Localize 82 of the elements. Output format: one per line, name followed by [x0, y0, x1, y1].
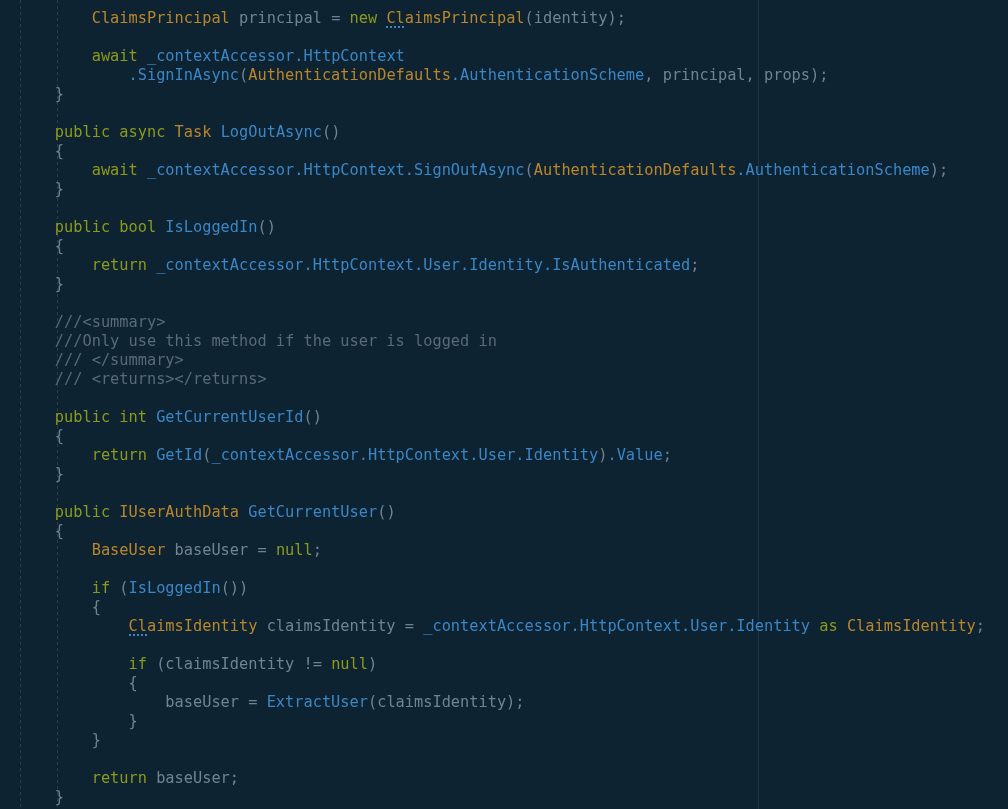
member-name: LogOutAsync: [220, 122, 322, 141]
code-text: (: [118, 578, 129, 597]
type-name: IUserAuthData: [119, 502, 241, 521]
type-name: Task: [174, 122, 213, 141]
code-comment: ///<summary>: [54, 312, 166, 331]
code-text: (claimsIdentity !=: [155, 654, 323, 673]
keyword: return: [91, 768, 147, 787]
code-text: {: [54, 426, 65, 445]
code-comment: ///Only use this method if the user is logged in: [54, 331, 497, 350]
code-text: (): [377, 502, 396, 521]
keyword: null: [275, 540, 313, 559]
code-text: }: [54, 179, 65, 198]
code-text: }: [91, 730, 101, 749]
code-text: );: [929, 160, 949, 179]
code-text: (): [303, 407, 322, 426]
code-text: ;: [312, 540, 322, 559]
keyword: public async: [54, 122, 167, 141]
member-name: IsLoggedIn: [165, 217, 258, 236]
code-text: ): [367, 654, 378, 673]
code-text: (): [321, 122, 341, 141]
member-name: .AuthenticationScheme: [450, 65, 645, 84]
type-name: AuthenticationDefaults: [248, 65, 451, 84]
code-text: baseUser =: [173, 540, 268, 559]
code-text: }: [54, 787, 65, 806]
code-text: {: [54, 521, 65, 540]
keyword: if: [91, 578, 111, 597]
code-text: ;: [690, 255, 700, 274]
member-name: ExtractUser: [266, 692, 368, 711]
member-name: GetId: [156, 445, 203, 464]
code-text: {: [54, 141, 65, 160]
keyword: as: [818, 616, 839, 635]
keyword: await: [91, 160, 139, 179]
code-text: {: [91, 597, 101, 616]
code-text: ): [598, 445, 608, 464]
type-name: ClaimsPrincipal: [386, 8, 525, 27]
code-text: (: [202, 445, 212, 464]
code-text: }: [54, 274, 65, 293]
keyword: if: [128, 654, 147, 673]
code-text: baseUser =: [165, 692, 259, 711]
member-name: .SignInAsync: [128, 65, 239, 84]
type-name: BaseUser: [91, 540, 166, 559]
member-name: .Value: [607, 445, 663, 464]
member-name: GetCurrentUserId: [156, 407, 304, 426]
keyword: public: [54, 502, 112, 521]
type-name: ClaimsIdentity: [128, 616, 258, 635]
code-text: ()): [220, 578, 249, 597]
keyword: null: [331, 654, 368, 673]
code-text: , principal, props);: [644, 65, 829, 84]
code-text: claimsIdentity =: [265, 616, 415, 635]
code-comment: /// </summary>: [54, 350, 184, 369]
code-text: baseUser;: [155, 768, 240, 787]
code-text: {: [54, 236, 65, 255]
member-name: _contextAccessor.HttpContext.User.Identity.IsAuthenticated: [156, 255, 691, 274]
member-name: _contextAccessor.HttpContext.User.Identity: [423, 616, 811, 635]
code-comment: /// <returns></returns>: [54, 369, 267, 388]
type-name: ClaimsPrincipal: [91, 8, 230, 27]
code-text: ;: [975, 616, 986, 635]
member-name: _contextAccessor.HttpContext.SignOutAsync: [146, 160, 525, 179]
code-text: ;: [662, 445, 672, 464]
code-text: (): [257, 217, 276, 236]
keyword: return: [91, 445, 148, 464]
member-name: _contextAccessor.HttpContext.User.Identity: [211, 445, 599, 464]
member-name: IsLoggedIn: [128, 578, 221, 597]
keyword: new: [349, 8, 379, 27]
keyword: public bool: [54, 217, 158, 236]
code-text: (: [239, 65, 249, 84]
code-text: (: [524, 160, 534, 179]
member-name: .AuthenticationScheme: [736, 160, 930, 179]
code-text: }: [128, 711, 138, 730]
code-text: (identity);: [524, 8, 626, 27]
code-text: }: [54, 464, 65, 483]
type-name: ClaimsIdentity: [846, 616, 976, 635]
code-text: {: [128, 673, 138, 692]
code-text: (claimsIdentity);: [367, 692, 525, 711]
member-name: _contextAccessor.HttpContext: [146, 46, 405, 65]
code-text: principal =: [238, 8, 342, 27]
type-name: AuthenticationDefaults: [533, 160, 737, 179]
code-text: }: [54, 84, 65, 103]
keyword: await: [91, 46, 139, 65]
keyword: return: [91, 255, 148, 274]
keyword: public int: [54, 407, 148, 426]
member-name: GetCurrentUser: [248, 502, 378, 521]
